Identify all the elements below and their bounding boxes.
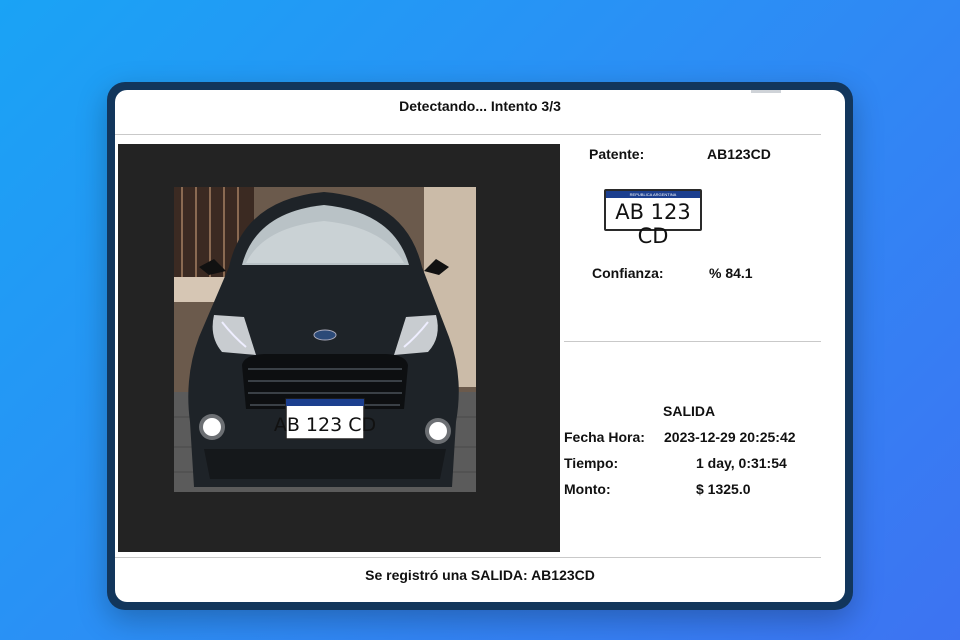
plate-band: REPUBLICA ARGENTINA — [606, 191, 700, 198]
camera-view: AB 123 CD — [118, 144, 560, 552]
app-window: Detectando... Intento 3/3 AB 123 CD Pate… — [115, 90, 845, 602]
registration-message: Se registró una SALIDA: AB123CD — [365, 567, 595, 583]
window-notch — [751, 90, 781, 93]
header-divider — [115, 134, 821, 135]
tiempo-label: Tiempo: — [564, 455, 619, 471]
detected-plate-image: REPUBLICA ARGENTINA AB 123 CD — [604, 189, 702, 248]
plate-country: REPUBLICA ARGENTINA — [629, 192, 677, 197]
patente-label: Patente: — [589, 146, 645, 162]
device-frame: Detectando... Intento 3/3 AB 123 CD Pate… — [107, 82, 853, 610]
record-type-title: SALIDA — [663, 403, 716, 419]
confianza-label: Confianza: — [592, 265, 664, 281]
confianza-value: % 84.1 — [709, 265, 753, 281]
detection-status-header: Detectando... Intento 3/3 — [399, 98, 561, 114]
monto-label: Monto: — [564, 481, 611, 497]
monto-value: $ 1325.0 — [696, 481, 751, 497]
plate-text: AB 123 CD — [615, 200, 691, 248]
tiempo-value: 1 day, 0:31:54 — [696, 455, 787, 471]
footer-divider — [115, 557, 821, 558]
info-divider — [564, 341, 821, 342]
car-photo: AB 123 CD — [174, 187, 476, 492]
patente-value: AB123CD — [707, 146, 771, 162]
svg-text:AB 123 CD: AB 123 CD — [274, 414, 376, 436]
fecha-hora-value: 2023-12-29 20:25:42 — [664, 429, 796, 445]
fecha-hora-label: Fecha Hora: — [564, 429, 645, 445]
